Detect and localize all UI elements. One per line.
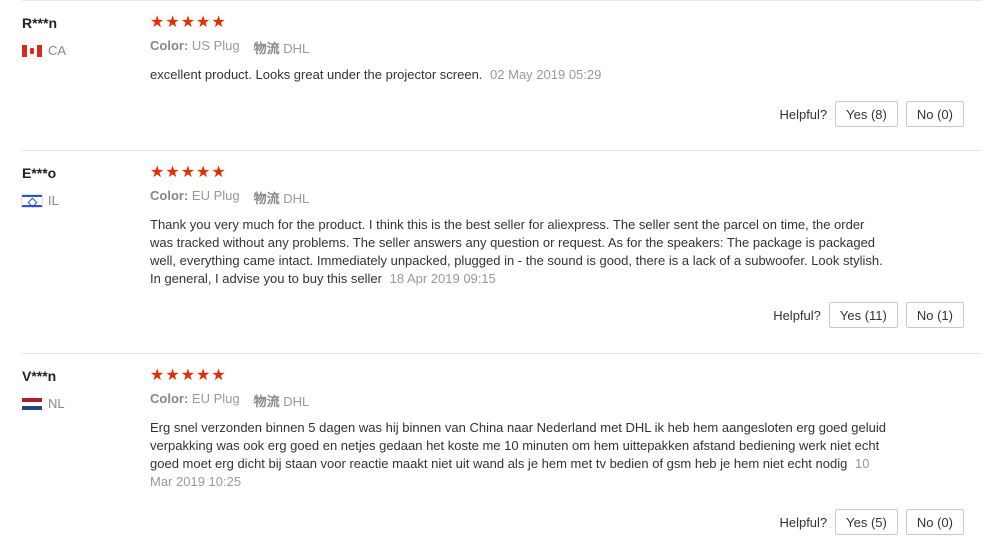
review-list: R***n CA ★★★★★ Color: US Plug 物流 DHL exc…: [0, 0, 1000, 558]
review-text: excellent product. Looks great under the…: [150, 67, 483, 82]
review-text: Erg snel verzonden binnen 5 dagen was hi…: [150, 420, 886, 471]
helpful-label: Helpful?: [779, 514, 828, 530]
reviewer-country: IL: [21, 193, 59, 208]
color-label: Color:: [150, 188, 189, 203]
reviewer-country: CA: [22, 43, 66, 58]
helpful-no-button[interactable]: No (1): [905, 302, 964, 328]
color-attribute: Color: EU Plug: [150, 391, 240, 410]
color-label: Color:: [150, 38, 189, 53]
canada-flag-icon: [22, 44, 42, 57]
shipping-attribute: 物流 DHL: [254, 188, 310, 207]
review-content: ★★★★★ Color: EU Plug 物流 DHL Thank you ve…: [150, 163, 890, 288]
review-content: ★★★★★ Color: US Plug 物流 DHL excellent pr…: [150, 13, 890, 84]
country-code: NL: [48, 396, 65, 411]
review-text: Thank you very much for the product. I t…: [150, 217, 883, 286]
helpful-yes-button[interactable]: Yes (8): [835, 101, 898, 127]
reviewer-name: V***n: [22, 368, 57, 384]
shipping-value: DHL: [283, 394, 310, 409]
helpful-label: Helpful?: [779, 106, 828, 122]
helpful-vote: Helpful? Yes (8) No (0): [779, 101, 964, 127]
helpful-no-button[interactable]: No (0): [905, 101, 964, 127]
star-rating: ★★★★★: [150, 164, 227, 181]
review-attributes: Color: EU Plug 物流 DHL: [150, 391, 890, 410]
shipping-value: DHL: [283, 41, 310, 56]
shipping-attribute: 物流 DHL: [254, 38, 310, 57]
shipping-value: DHL: [283, 191, 310, 206]
helpful-no-button[interactable]: No (0): [905, 509, 964, 535]
helpful-yes-button[interactable]: Yes (5): [835, 509, 898, 535]
helpful-label: Helpful?: [773, 307, 821, 323]
helpful-yes-button[interactable]: Yes (11): [828, 302, 898, 328]
shipping-attribute: 物流 DHL: [254, 391, 310, 410]
color-attribute: Color: EU Plug: [150, 188, 240, 207]
review-date: 18 Apr 2019 09:15: [389, 271, 496, 286]
review-text-block: Thank you very much for the product. I t…: [150, 216, 890, 288]
review-attributes: Color: US Plug 物流 DHL: [150, 38, 890, 57]
reviewer-name: E***o: [22, 165, 57, 181]
review-date: 02 May 2019 05:29: [490, 67, 602, 82]
review-text-block: excellent product. Looks great under the…: [150, 66, 890, 84]
review-content: ★★★★★ Color: EU Plug 物流 DHL Erg snel ver…: [150, 366, 890, 491]
country-code: CA: [48, 43, 67, 58]
review-item: V***n NL ★★★★★ Color: EU Plug 物流 DHL Erg…: [22, 353, 982, 558]
netherlands-flag-icon: [22, 397, 42, 410]
star-rating: ★★★★★: [150, 367, 227, 384]
reviewer-name: R***n: [22, 15, 58, 31]
shipping-label: 物流: [253, 394, 280, 409]
reviewer-country: NL: [22, 396, 65, 411]
country-code: IL: [48, 193, 59, 208]
review-text-block: Erg snel verzonden binnen 5 dagen was hi…: [150, 419, 890, 491]
star-rating: ★★★★★: [150, 14, 227, 31]
color-value: EU Plug: [191, 391, 240, 406]
israel-flag-icon: [21, 193, 43, 208]
review-attributes: Color: EU Plug 物流 DHL: [150, 188, 890, 207]
review-item: E***o IL ★★★★★ Color: EU Plug 物流 DHL Tha…: [21, 150, 982, 353]
color-value: EU Plug: [191, 188, 240, 203]
review-item: R***n CA ★★★★★ Color: US Plug 物流 DHL exc…: [22, 0, 982, 150]
shipping-label: 物流: [253, 41, 280, 56]
color-label: Color:: [150, 391, 189, 406]
helpful-vote: Helpful? Yes (11) No (1): [773, 302, 964, 328]
shipping-label: 物流: [253, 191, 280, 206]
helpful-vote: Helpful? Yes (5) No (0): [779, 509, 964, 535]
color-value: US Plug: [191, 38, 240, 53]
color-attribute: Color: US Plug: [150, 38, 240, 57]
